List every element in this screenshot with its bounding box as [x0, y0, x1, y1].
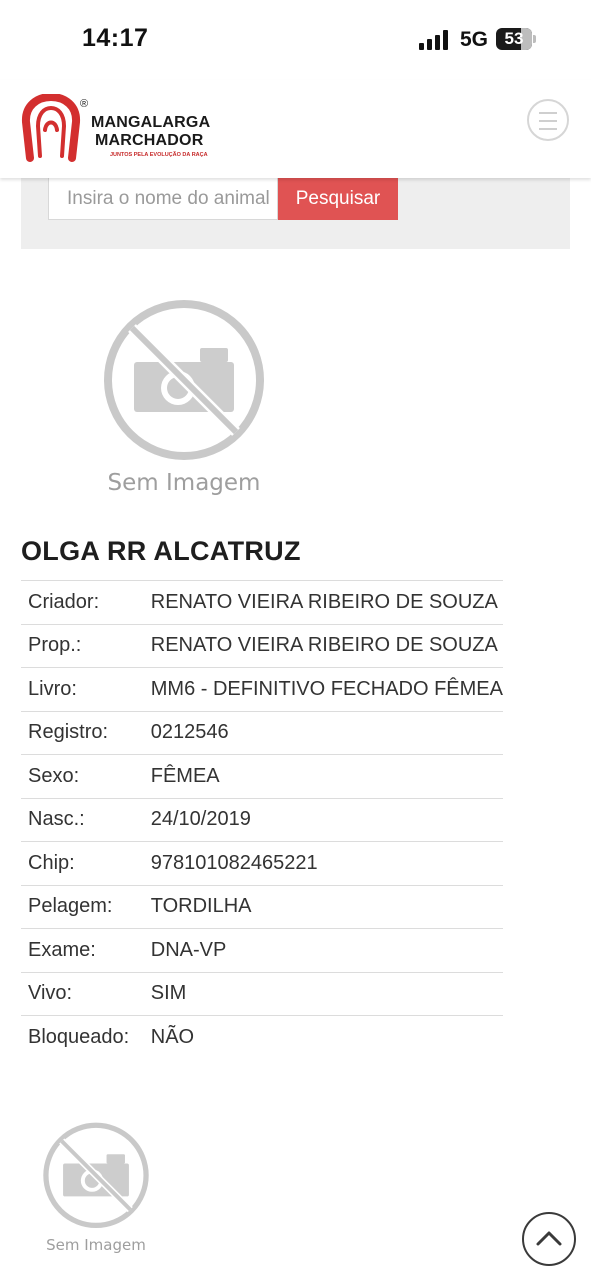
search-panel: Pesquisar: [21, 178, 570, 249]
info-row: Exame: DNA-VP: [21, 928, 503, 972]
scroll-to-top-button[interactable]: [522, 1212, 576, 1266]
brand-tagline: JUNTOS PELA EVOLUÇÃO DA RAÇA: [110, 152, 208, 158]
battery-icon: 53: [496, 28, 536, 50]
info-value: DNA-VP: [150, 928, 503, 972]
menu-button[interactable]: [527, 99, 569, 141]
info-label: Chip:: [21, 841, 151, 885]
info-row: Prop.: RENATO VIEIRA RIBEIRO DE SOUZA: [21, 623, 503, 668]
info-label: Pelagem:: [21, 884, 151, 929]
brand-logo[interactable]: ® MANGALARGA MARCHADOR JUNTOS PELA EVOLU…: [20, 92, 220, 168]
no-image-caption: Sem Imagem: [46, 1236, 146, 1254]
signal-icon: [419, 30, 448, 50]
horseshoe-logo-icon: [21, 94, 81, 162]
brand-name-line1: MANGALARGA: [91, 114, 211, 131]
info-label: Sexo:: [21, 754, 151, 798]
camera-off-icon: [43, 1122, 149, 1229]
info-value: SIM: [150, 971, 503, 1016]
info-row: Bloqueado: NÃO: [21, 1015, 503, 1059]
info-row: Criador: RENATO VIEIRA RIBEIRO DE SOUZA: [21, 580, 503, 624]
info-value: NÃO: [150, 1015, 503, 1059]
camera-off-icon: [104, 300, 264, 460]
info-row: Registro: 0212546: [21, 710, 503, 755]
info-value: 24/10/2019: [150, 797, 503, 842]
registered-mark: ®: [80, 98, 89, 110]
info-value: RENATO VIEIRA RIBEIRO DE SOUZA: [150, 580, 503, 624]
info-value: FÊMEA: [150, 754, 503, 798]
chevron-up-icon: [536, 1231, 562, 1246]
info-label: Prop.:: [21, 623, 151, 668]
brand-name-line2: MARCHADOR: [95, 132, 204, 149]
search-button[interactable]: Pesquisar: [278, 178, 398, 220]
info-row: Chip: 978101082465221: [21, 841, 503, 885]
status-bar: 14:17 5G 53: [0, 0, 591, 80]
info-value: 978101082465221: [150, 841, 503, 885]
info-label: Bloqueado:: [21, 1015, 151, 1059]
status-time: 14:17: [82, 24, 149, 52]
info-label: Exame:: [21, 928, 151, 972]
network-label: 5G: [460, 28, 489, 51]
site-header: ® MANGALARGA MARCHADOR JUNTOS PELA EVOLU…: [0, 80, 591, 178]
info-row: Pelagem: TORDILHA: [21, 884, 503, 929]
info-value: 0212546: [150, 710, 503, 755]
battery-level: 53: [504, 29, 524, 48]
hamburger-icon: [539, 112, 557, 114]
info-row: Livro: MM6 - DEFINITIVO FECHADO FÊMEA: [21, 667, 503, 711]
info-label: Vivo:: [21, 971, 151, 1016]
info-label: Registro:: [21, 710, 151, 755]
animal-name: OLGA RR ALCATRUZ: [21, 536, 301, 566]
animal-info-table: Criador: RENATO VIEIRA RIBEIRO DE SOUZA Pr…: [21, 580, 503, 1059]
info-label: Livro:: [21, 667, 151, 711]
related-photo-placeholder: Sem Imagem: [38, 1120, 154, 1260]
info-row: Sexo: FÊMEA: [21, 754, 503, 798]
info-label: Criador:: [21, 580, 151, 624]
info-label: Nasc.:: [21, 797, 151, 842]
search-input[interactable]: [48, 178, 278, 220]
info-value: MM6 - DEFINITIVO FECHADO FÊMEA: [150, 667, 503, 711]
info-value: RENATO VIEIRA RIBEIRO DE SOUZA: [150, 623, 503, 668]
info-row: Nasc.: 24/10/2019: [21, 797, 503, 842]
animal-photo-placeholder: Sem Imagem: [96, 296, 272, 502]
info-value: TORDILHA: [150, 884, 503, 929]
no-image-caption: Sem Imagem: [107, 470, 261, 496]
info-row: Vivo: SIM: [21, 971, 503, 1016]
